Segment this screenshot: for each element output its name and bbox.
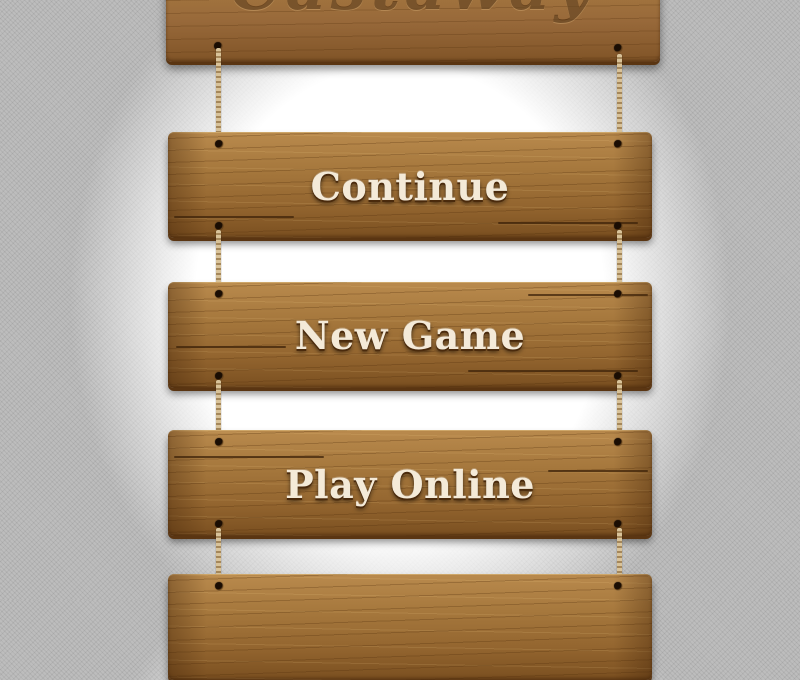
- main-menu-scene: Castaway Continue New Game: [0, 0, 800, 680]
- nail-hole-icon: [215, 140, 223, 148]
- wood-crack: [468, 370, 638, 372]
- wood-crack: [528, 294, 648, 296]
- nail-hole-icon: [614, 582, 622, 590]
- game-title-sign: Castaway: [166, 0, 660, 62]
- continue-button-label: Continue: [310, 164, 510, 209]
- continue-button[interactable]: Continue: [168, 132, 652, 238]
- nail-hole-icon: [215, 222, 223, 230]
- nail-hole-icon: [614, 140, 622, 148]
- game-title: Castaway: [166, 0, 660, 25]
- nail-hole-icon: [614, 222, 622, 230]
- nail-hole-icon: [215, 520, 223, 528]
- play-online-button[interactable]: Play Online: [168, 430, 652, 536]
- nail-hole-icon: [614, 372, 622, 380]
- nail-hole-icon: [614, 44, 622, 52]
- nail-hole-icon: [614, 438, 622, 446]
- play-online-button-label: Play Online: [285, 462, 535, 507]
- wood-crack: [174, 216, 294, 218]
- nail-hole-icon: [215, 372, 223, 380]
- menu-button-cropped[interactable]: [168, 574, 652, 680]
- rope: [216, 48, 221, 140]
- new-game-button[interactable]: New Game: [168, 282, 652, 388]
- rope: [617, 528, 622, 580]
- nail-hole-icon: [215, 290, 223, 298]
- rope: [216, 528, 221, 580]
- nail-hole-icon: [614, 290, 622, 298]
- rope: [617, 54, 622, 140]
- new-game-button-label: New Game: [294, 313, 526, 358]
- nail-hole-icon: [215, 438, 223, 446]
- nail-hole-icon: [215, 582, 223, 590]
- wood-crack: [174, 456, 324, 458]
- nail-hole-icon: [614, 520, 622, 528]
